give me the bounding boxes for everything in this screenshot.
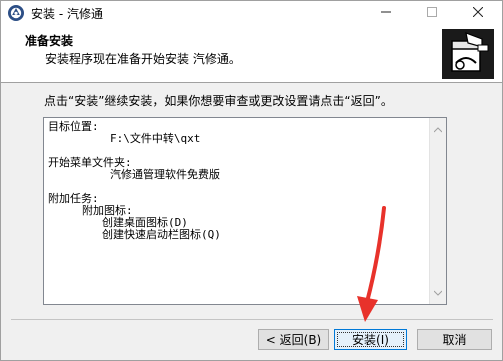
wizard-header: 准备安装 安装程序现在准备开始安装 汽修通。 (1, 25, 502, 83)
minimize-icon[interactable] (363, 1, 409, 25)
memo-scrollbar[interactable] (429, 118, 446, 304)
ready-memo[interactable]: 目标位置: F:\文件中转\qxt 开始菜单文件夹: 汽修通管理软件免费版 附加… (43, 117, 447, 305)
divider (11, 319, 493, 320)
app-logo-icon (7, 4, 25, 22)
installer-window: 安装 - 汽修通 准备安装 安装程序现在准备开始安装 汽修通。 点击“安装”继续… (0, 0, 503, 361)
memo-line: F:\文件中转\qxt (110, 132, 201, 145)
page-subtitle: 安装程序现在准备开始安装 汽修通。 (45, 52, 241, 66)
back-button[interactable]: < 返回(B) (258, 329, 329, 350)
memo-line: 汽修通管理软件免费版 (110, 168, 220, 181)
memo-line: 目标位置: (48, 120, 99, 133)
memo-line: 创建快速启动栏图标(Q) (102, 228, 221, 241)
install-button[interactable]: 安装(I) (334, 329, 407, 350)
title-bar[interactable]: 安装 - 汽修通 (1, 1, 502, 25)
maximize-icon[interactable] (409, 1, 455, 25)
focus-rect (337, 332, 404, 347)
scroll-up-icon[interactable] (433, 123, 443, 136)
cancel-button[interactable]: 取消 (417, 329, 492, 350)
instruction-text: 点击“安装”继续安装，如果你想要审查或更改设置请点击“返回”。 (44, 94, 393, 108)
window-title: 安装 - 汽修通 (31, 7, 103, 21)
page-title: 准备安装 (25, 34, 74, 48)
scroll-down-icon[interactable] (433, 286, 443, 299)
close-icon[interactable] (455, 1, 501, 25)
installer-logo-icon (442, 29, 494, 79)
